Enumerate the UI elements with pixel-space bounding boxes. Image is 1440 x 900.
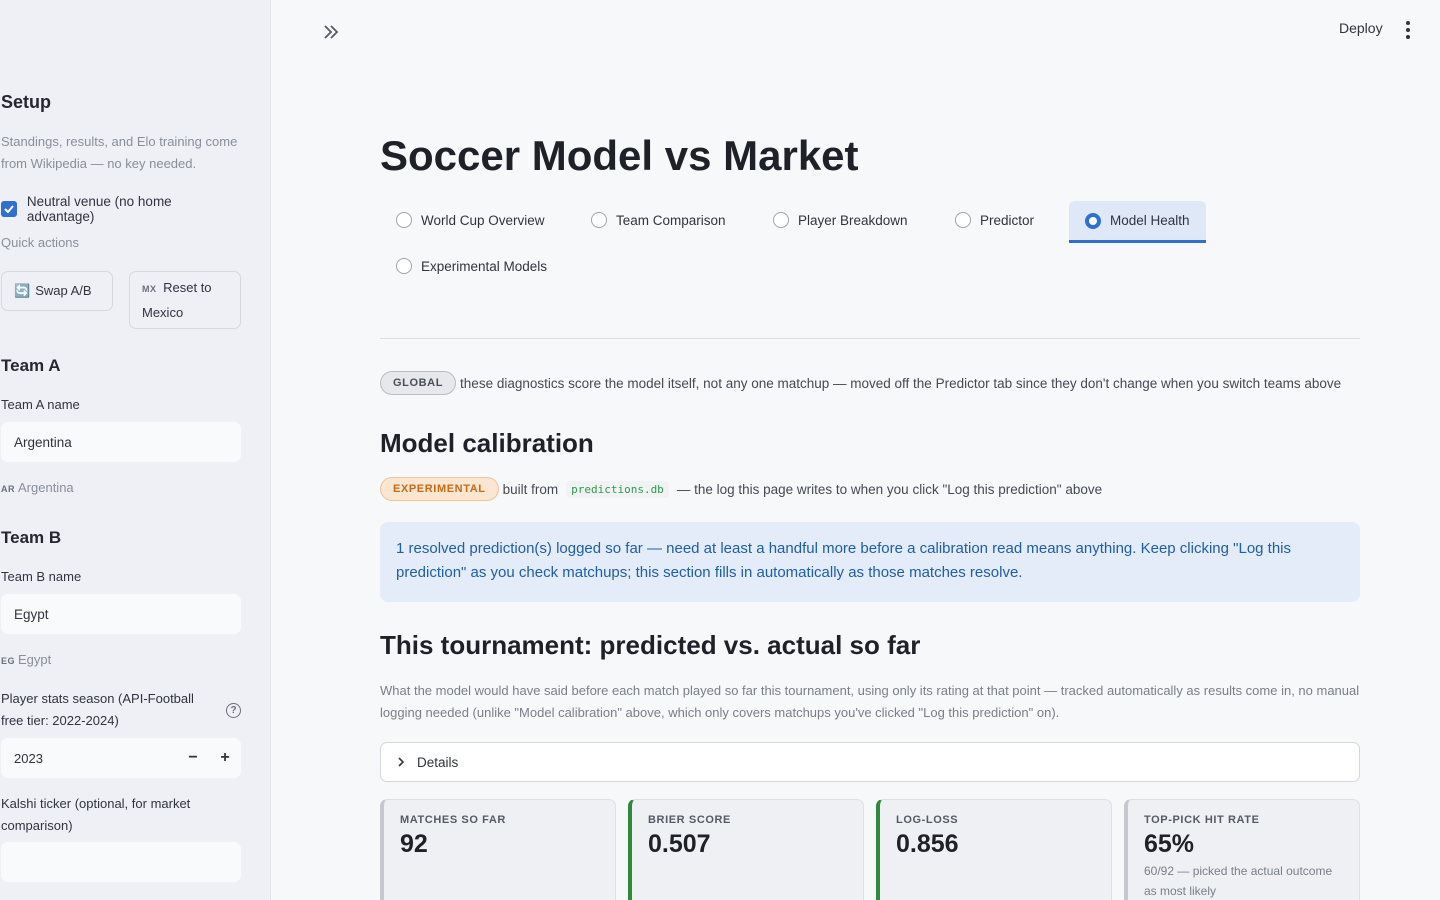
metric-label: MATCHES SO FAR [400,814,506,826]
team-b-input[interactable]: Egypt [1,594,241,634]
mexico-flag-icon: MX [142,283,157,294]
team-a-input[interactable]: Argentina [1,422,241,462]
quick-actions-label: Quick actions [1,235,80,250]
db-filename: predictions.db [566,480,669,498]
metric-value: 92 [400,830,428,858]
global-note: GLOBAL these diagnostics score the model… [380,371,1341,395]
team-b-heading: Team B [1,528,62,547]
metric-label: TOP-PICK HIT RATE [1144,814,1260,826]
radio-unselected-icon[interactable] [591,212,607,228]
team-b-resolved: EG Egypt [1,649,241,672]
season-value[interactable]: 2023 [1,751,177,766]
metric-card-log-loss: LOG-LOSS 0.856 [876,799,1112,900]
team-a-resolved: AR Argentina [1,477,241,500]
metric-card-hit-rate: TOP-PICK HIT RATE 65% 60/92 — picked the… [1124,799,1360,900]
metric-value: 0.856 [896,830,959,858]
tournament-heading: This tournament: predicted vs. actual so… [380,630,921,660]
built-from-note: EXPERIMENTAL built from predictions.db —… [380,477,1102,501]
season-decrement-button[interactable]: − [177,738,209,778]
kalshi-input[interactable] [1,842,241,882]
tab-label: Player Breakdown [798,212,908,228]
season-label: Player stats season (API-Football free t… [1,691,194,728]
deploy-button[interactable]: Deploy [1339,20,1383,36]
calibration-heading: Model calibration [380,428,594,458]
page-title: Soccer Model vs Market [380,132,859,179]
metric-card-brier: BRIER SCORE 0.507 [628,799,864,900]
radio-unselected-icon[interactable] [955,212,971,228]
tab-model-health[interactable]: Model Health [1069,201,1206,243]
main-menu-icon[interactable] [1400,20,1416,40]
expand-sidebar-icon[interactable] [322,20,340,46]
tab-world-cup-overview[interactable]: World Cup Overview [396,212,545,228]
details-expander[interactable]: Details [380,742,1360,782]
neutral-venue-label: Neutral venue (no home advantage) [26,194,172,224]
calibration-info-alert: 1 resolved prediction(s) logged so far —… [380,522,1360,602]
radio-unselected-icon[interactable] [396,212,412,228]
built-from-text: built from [502,481,559,497]
metric-label: LOG-LOSS [896,814,959,826]
help-icon[interactable]: ? [226,703,241,718]
tab-label: Model Health [1110,213,1190,228]
team-b-name-label: Team B name [1,569,82,584]
argentina-flag-icon: AR [1,484,15,494]
divider [380,338,1360,339]
setup-heading: Setup [1,92,52,112]
metric-card-matches: MATCHES SO FAR 92 [380,799,616,900]
tab-label: World Cup Overview [421,212,545,228]
swap-label: Swap A/B [35,283,92,298]
tab-label: Experimental Models [421,258,548,274]
tab-label: Predictor [980,212,1035,228]
swap-icon: 🔄 [14,283,31,298]
neutral-venue-checkbox[interactable]: Neutral venue (no home advantage) [1,194,241,224]
radio-selected-icon[interactable] [1085,212,1101,229]
metric-label: BRIER SCORE [648,814,731,826]
details-label: Details [417,754,459,770]
swap-teams-button[interactable]: 🔄 Swap A/B [1,271,113,311]
metric-value: 65% [1144,830,1195,858]
global-note-text: these diagnostics score the model itself… [460,375,1342,391]
global-badge: GLOBAL [380,371,457,395]
sidebar: Setup Standings, results, and Elo traini… [0,0,271,900]
metric-value: 0.507 [648,830,711,858]
team-a-heading: Team A [1,356,61,375]
egypt-flag-icon: EG [1,656,16,666]
team-b-resolved-name: Egypt [18,652,52,667]
setup-caption: Standings, results, and Elo training com… [1,134,238,171]
experimental-badge: EXPERIMENTAL [380,477,499,501]
tournament-caption: What the model would have said before ea… [380,683,1360,720]
tab-label: Team Comparison [616,212,726,228]
tab-player-breakdown[interactable]: Player Breakdown [773,212,908,228]
metric-note: 60/92 — picked the actual outcome as mos… [1144,864,1333,898]
reset-to-mexico-button[interactable]: MX Reset to Mexico [129,271,241,329]
tab-experimental-models[interactable]: Experimental Models [396,258,547,274]
season-increment-button[interactable]: + [209,738,241,778]
chevron-right-icon [398,757,405,767]
season-stepper[interactable]: 2023 − + [1,738,241,778]
kalshi-label: Kalshi ticker (optional, for market comp… [1,796,191,833]
tab-predictor[interactable]: Predictor [955,212,1034,228]
checkbox-checked-icon[interactable] [1,201,17,217]
radio-unselected-icon[interactable] [396,258,412,274]
tab-team-comparison[interactable]: Team Comparison [591,212,726,228]
team-a-resolved-name: Argentina [18,480,74,495]
team-a-name-label: Team A name [1,397,80,412]
radio-unselected-icon[interactable] [773,212,789,228]
built-from-rest: — the log this page writes to when you c… [676,481,1103,497]
